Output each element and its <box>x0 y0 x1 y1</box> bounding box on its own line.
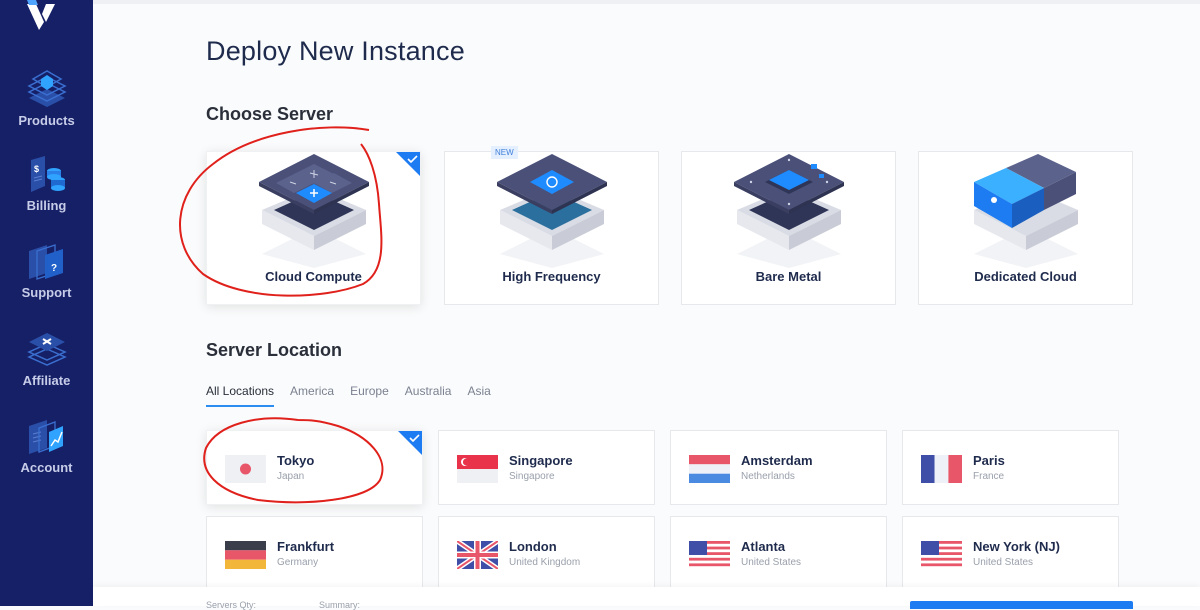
main-content: Deploy New Instance Choose Server Cloud … <box>93 0 1200 610</box>
server-option-dedicated-cloud[interactable]: Dedicated Cloud <box>918 151 1133 305</box>
location-country: Japan <box>277 471 305 482</box>
billing-icon: $ <box>30 156 65 192</box>
server-option-cloud-compute[interactable]: Cloud Compute <box>206 151 421 305</box>
server-option-label: Bare Metal <box>755 269 822 284</box>
location-country: France <box>973 471 1005 482</box>
vultr-logo-icon[interactable] <box>26 0 56 32</box>
server-option-high-frequency[interactable]: NEW High Frequency <box>444 146 659 305</box>
france-flag-icon <box>921 455 962 483</box>
cloud-compute-illustration <box>258 154 369 268</box>
sidebar-item-label: Products <box>18 113 75 128</box>
location-city: Frankfurt <box>277 539 335 554</box>
location-city: Amsterdam <box>741 453 813 468</box>
server-option-label: Dedicated Cloud <box>974 269 1077 284</box>
support-icon: ? <box>28 244 63 280</box>
location-country: Singapore <box>509 471 555 482</box>
germany-flag-icon <box>225 541 266 569</box>
singapore-flag-icon <box>457 455 498 483</box>
japan-flag-icon <box>225 455 266 483</box>
location-tabs: All Locations America Europe Australia A… <box>206 384 507 407</box>
netherlands-flag-icon <box>689 455 730 483</box>
location-tokyo[interactable]: Tokyo Japan <box>206 430 423 505</box>
tab-america[interactable]: America <box>290 384 334 407</box>
server-location-title: Server Location <box>206 340 343 360</box>
sidebar-item-affiliate[interactable]: Affiliate <box>0 331 93 388</box>
us-flag-icon <box>689 541 730 569</box>
bare-metal-illustration <box>733 154 844 268</box>
sidebar-item-label: Billing <box>26 198 67 213</box>
sidebar-item-billing[interactable]: $ Billing <box>0 156 93 213</box>
svg-text:$: $ <box>34 164 39 174</box>
tab-europe[interactable]: Europe <box>350 384 389 407</box>
server-option-label: High Frequency <box>502 269 601 284</box>
page-title: Deploy New Instance <box>206 36 465 66</box>
selected-check-icon <box>398 431 422 455</box>
summary-label: Summary: <box>319 600 361 610</box>
account-icon <box>28 420 63 454</box>
sidebar: Products $ Billing ? Support Affiliate A… <box>0 0 93 606</box>
choose-server-title: Choose Server <box>206 104 334 124</box>
sidebar-item-account[interactable]: Account <box>0 418 93 475</box>
location-country: United States <box>741 557 802 568</box>
us-flag-icon <box>921 541 962 569</box>
location-city: Atlanta <box>741 539 786 554</box>
location-new-york[interactable]: New York (NJ) United States <box>902 516 1119 591</box>
location-city: London <box>509 539 557 554</box>
deploy-footer: Servers Qty: Summary: <box>93 587 1200 610</box>
location-paris[interactable]: Paris France <box>902 430 1119 505</box>
location-city: Tokyo <box>277 453 315 468</box>
location-country: Germany <box>277 557 319 568</box>
high-frequency-illustration <box>496 154 607 268</box>
products-icon <box>26 70 67 107</box>
sidebar-item-label: Account <box>20 460 73 475</box>
tab-all-locations[interactable]: All Locations <box>206 384 275 407</box>
server-option-label: Cloud Compute <box>265 269 362 284</box>
deploy-now-button[interactable] <box>910 601 1133 609</box>
sidebar-item-label: Support <box>21 285 72 300</box>
servers-qty-label: Servers Qty: <box>206 600 257 610</box>
location-atlanta[interactable]: Atlanta United States <box>670 516 887 591</box>
location-country: United States <box>973 557 1034 568</box>
location-frankfurt[interactable]: Frankfurt Germany <box>206 516 423 591</box>
location-country: United Kingdom <box>509 557 581 568</box>
server-option-bare-metal[interactable]: Bare Metal <box>681 151 896 305</box>
location-london[interactable]: London United Kingdom <box>438 516 655 591</box>
tab-australia[interactable]: Australia <box>405 384 452 407</box>
svg-text:?: ? <box>51 263 57 274</box>
dedicated-cloud-illustration <box>973 154 1078 268</box>
top-bar <box>93 0 1200 4</box>
location-city: New York (NJ) <box>973 539 1060 554</box>
affiliate-icon <box>26 333 67 366</box>
sidebar-item-label: Affiliate <box>22 373 71 388</box>
tab-asia[interactable]: Asia <box>467 384 490 407</box>
location-singapore[interactable]: Singapore Singapore <box>438 430 655 505</box>
location-city: Paris <box>973 453 1005 468</box>
uk-flag-icon <box>457 541 498 569</box>
location-country: Netherlands <box>741 471 795 482</box>
location-city: Singapore <box>509 453 573 468</box>
sidebar-item-support[interactable]: ? Support <box>0 243 93 300</box>
sidebar-item-products[interactable]: Products <box>0 67 93 128</box>
location-amsterdam[interactable]: Amsterdam Netherlands <box>670 430 887 505</box>
selected-check-icon <box>396 152 420 176</box>
